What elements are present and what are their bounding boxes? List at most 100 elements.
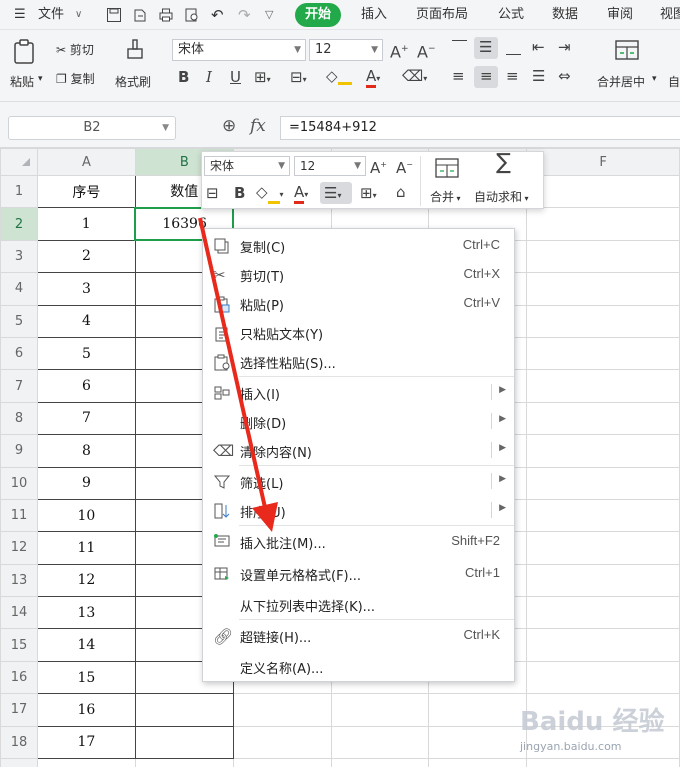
redo-icon[interactable]: ↷ <box>238 0 251 30</box>
cell-a5[interactable]: 4 <box>36 304 136 338</box>
context-menu-item-clear-contents[interactable]: ⌫ 清除内容(N) ▶ <box>203 436 514 465</box>
cell-c18[interactable] <box>232 725 332 760</box>
hamburger-menu-icon[interactable]: ☰ <box>14 0 26 30</box>
context-menu-item-filter[interactable]: 筛选(L) ▶ <box>203 467 514 496</box>
merge-center-label[interactable]: 合并居中 <box>597 73 645 90</box>
tab-data[interactable]: 数据 <box>552 0 578 30</box>
cell-c17[interactable] <box>232 693 332 727</box>
increase-font-icon[interactable]: A+ <box>390 40 409 61</box>
justify-icon[interactable]: ☰ <box>532 67 545 85</box>
context-menu-item-insert[interactable]: 插入(I) ▶ <box>203 378 514 407</box>
cell-f12[interactable] <box>526 531 680 565</box>
file-chevron-down-icon[interactable]: ∨ <box>75 0 82 30</box>
cell-a19[interactable] <box>36 758 136 767</box>
fill-style-icon[interactable]: ⊟▾ <box>290 68 307 89</box>
decrease-font-icon[interactable]: A− <box>417 40 436 61</box>
tab-formulas[interactable]: 公式 <box>498 0 524 30</box>
format-painter-button[interactable] <box>115 38 155 65</box>
print-icon[interactable] <box>158 7 174 23</box>
clear-format-icon[interactable]: ⌫▾ <box>402 67 427 88</box>
increase-indent-icon[interactable]: ⇥ <box>558 38 571 56</box>
cell-f3[interactable] <box>526 239 680 274</box>
mini-format-painter-icon[interactable]: ⌂ <box>396 183 406 201</box>
mini-font-name-select[interactable]: 宋体 ▼ <box>204 156 290 176</box>
quick-access-dropdown-icon[interactable]: ▽ <box>265 0 273 30</box>
cell-f11[interactable] <box>526 498 680 533</box>
cell-a13[interactable]: 12 <box>36 563 136 598</box>
align-bottom-icon[interactable]: ⎽ <box>506 38 521 56</box>
mini-fill-color-icon[interactable]: ◇ ▾ <box>256 183 284 204</box>
row-header[interactable]: 15 <box>0 628 38 662</box>
italic-icon[interactable]: I <box>206 68 212 86</box>
tab-page-layout[interactable]: 页面布局 <box>416 0 468 30</box>
context-menu-item-pick-from-list[interactable]: 从下拉列表中选择(K)... <box>203 590 514 619</box>
cell-f9[interactable] <box>526 434 680 468</box>
row-header[interactable]: 11 <box>0 498 38 533</box>
context-menu-item-define-name[interactable]: 定义名称(A)... <box>203 652 514 681</box>
column-header-f[interactable]: F <box>526 148 680 176</box>
cell-e19[interactable] <box>428 758 528 767</box>
row-header[interactable]: 14 <box>0 596 38 630</box>
mini-font-color-icon[interactable]: A▾ <box>294 183 308 204</box>
tab-view[interactable]: 视图 <box>660 0 680 30</box>
cell-f6[interactable] <box>526 336 680 371</box>
align-middle-icon[interactable]: ☰ <box>479 38 492 56</box>
cell-b18[interactable] <box>134 725 234 760</box>
zoom-search-icon[interactable]: ⊕ <box>222 116 236 136</box>
font-color-icon[interactable]: A▾ <box>366 67 380 88</box>
bold-icon[interactable]: B <box>178 68 189 86</box>
fx-function-icon[interactable]: fx <box>250 116 266 136</box>
row-header[interactable]: 5 <box>0 304 38 338</box>
cell-d19[interactable] <box>330 758 430 767</box>
cell-a7[interactable]: 6 <box>36 369 136 403</box>
cell-a11[interactable]: 10 <box>36 498 136 533</box>
select-all-corner[interactable] <box>0 148 38 176</box>
decrease-indent-icon[interactable]: ⇤ <box>532 38 545 56</box>
print-preview-icon[interactable] <box>184 7 200 23</box>
cell-a17[interactable]: 16 <box>36 693 136 727</box>
cell-a3[interactable]: 2 <box>36 239 136 274</box>
mini-increase-font-icon[interactable]: A+ <box>370 156 387 177</box>
mini-align-center-icon[interactable]: ☰▾ <box>324 184 341 205</box>
column-header-a[interactable]: A <box>36 148 136 176</box>
row-header[interactable]: 16 <box>0 660 38 695</box>
cell-f4[interactable] <box>526 272 680 306</box>
file-menu[interactable]: 文件 <box>38 0 64 30</box>
cell-a18[interactable]: 17 <box>36 725 136 760</box>
row-header[interactable]: 9 <box>0 434 38 468</box>
cell-a6[interactable]: 5 <box>36 336 136 371</box>
cell-a16[interactable]: 15 <box>36 660 136 695</box>
cell-f5[interactable] <box>526 304 680 338</box>
copy-button[interactable]: ❐ 复制 <box>56 70 95 87</box>
cell-a12[interactable]: 11 <box>36 531 136 565</box>
context-menu-item-delete[interactable]: 删除(D) ▶ <box>203 407 514 436</box>
cell-a10[interactable]: 9 <box>36 466 136 500</box>
cell-a1[interactable]: 序号 <box>36 174 136 209</box>
row-header[interactable]: 7 <box>0 369 38 403</box>
autosum-sigma-icon[interactable]: ∑ <box>496 152 511 174</box>
context-menu-item-paste[interactable]: 粘贴(P) Ctrl+V <box>203 289 514 318</box>
cut-button[interactable]: ✂ 剪切 <box>56 41 94 58</box>
row-header[interactable]: 6 <box>0 336 38 371</box>
cell-f13[interactable] <box>526 563 680 598</box>
row-header[interactable]: 12 <box>0 531 38 565</box>
paste-label[interactable]: 粘贴 <box>10 73 34 90</box>
cell-f15[interactable] <box>526 628 680 662</box>
cell-a8[interactable]: 7 <box>36 401 136 436</box>
mini-bold-icon[interactable]: B <box>234 184 245 202</box>
context-menu-item-hyperlink[interactable]: 🔗︎ 超链接(H)... Ctrl+K <box>203 621 514 650</box>
context-menu-item-insert-comment[interactable]: 插入批注(M)... Shift+F2 <box>203 527 514 556</box>
cell-c19[interactable] <box>232 758 332 767</box>
export-icon[interactable] <box>132 7 148 23</box>
paste-button[interactable] <box>8 38 42 69</box>
align-left-icon[interactable]: ≡ <box>452 67 465 85</box>
row-header[interactable]: 19 <box>0 758 38 767</box>
merge-center-button[interactable] <box>610 38 644 65</box>
row-header[interactable]: 10 <box>0 466 38 500</box>
cell-d17[interactable] <box>330 693 430 727</box>
align-top-icon[interactable]: ⎺ <box>452 38 467 56</box>
auto-wrap-label[interactable]: 自 <box>668 73 680 90</box>
merge-chevron-down-icon[interactable]: ▾ <box>652 74 657 84</box>
cell-f8[interactable] <box>526 401 680 436</box>
mini-autosum-button[interactable]: 自动求和 ▾ <box>474 188 529 205</box>
